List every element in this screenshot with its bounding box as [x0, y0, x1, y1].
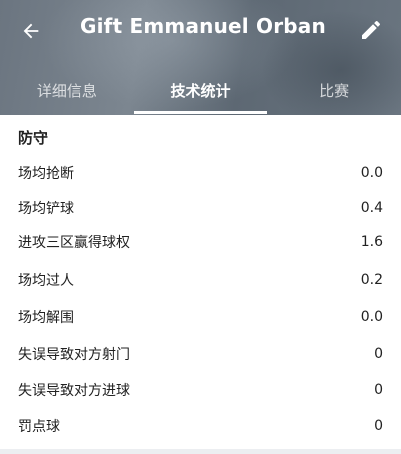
stat-label: 场均抢断	[18, 166, 74, 182]
stat-row: 场均铲球 0.4	[0, 191, 401, 225]
stat-value: 0.0	[360, 309, 383, 325]
tab-label: 详细信息	[36, 82, 97, 100]
section-title: 防守	[18, 129, 49, 147]
tab-details[interactable]: 详细信息	[0, 66, 134, 115]
pencil-icon	[362, 20, 381, 39]
stat-row: 场均过人 0.2	[0, 263, 401, 297]
stat-value: 0	[374, 418, 383, 434]
stat-label: 罚点球	[18, 419, 60, 435]
arrow-left-icon	[23, 23, 39, 39]
tab-stats[interactable]: 技术统计	[134, 66, 268, 115]
stat-label: 场均过人	[18, 273, 74, 289]
back-button[interactable]	[16, 16, 46, 46]
tab-matches[interactable]: 比赛	[267, 66, 401, 115]
tab-bar: 详细信息 技术统计 比赛	[0, 66, 401, 115]
stat-label: 失误导致对方进球	[18, 383, 130, 399]
stat-row: 场均抢断 0.0	[0, 156, 401, 190]
stat-row: 罚点球 0	[0, 409, 401, 443]
tab-label: 技术统计	[170, 82, 231, 100]
stat-label: 失误导致对方射门	[18, 347, 130, 363]
active-tab-indicator	[134, 111, 267, 114]
stat-row: 失误导致对方射门 0	[0, 337, 401, 371]
bottom-divider	[0, 449, 401, 454]
stat-label: 场均铲球	[18, 201, 74, 217]
stat-value: 0.0	[360, 165, 383, 181]
page-title: Gift Emmanuel Orban	[80, 14, 326, 38]
stat-row: 场均解围 0.0	[0, 300, 401, 334]
edit-button[interactable]	[357, 16, 385, 44]
stat-row: 进攻三区赢得球权 1.6	[0, 225, 401, 259]
stat-value: 0	[374, 346, 383, 362]
stat-value: 1.6	[360, 234, 383, 250]
stat-label: 进攻三区赢得球权	[18, 235, 130, 251]
stat-value: 0.2	[360, 272, 383, 288]
stat-row: 失误导致对方进球 0	[0, 373, 401, 407]
stat-value: 0	[374, 382, 383, 398]
stats-panel: 防守 场均抢断 0.0 场均铲球 0.4 进攻三区赢得球权 1.6 场均过人 0…	[0, 115, 401, 449]
tab-label: 比赛	[319, 82, 350, 100]
stat-label: 场均解围	[18, 310, 74, 326]
stat-value: 0.4	[360, 200, 383, 216]
